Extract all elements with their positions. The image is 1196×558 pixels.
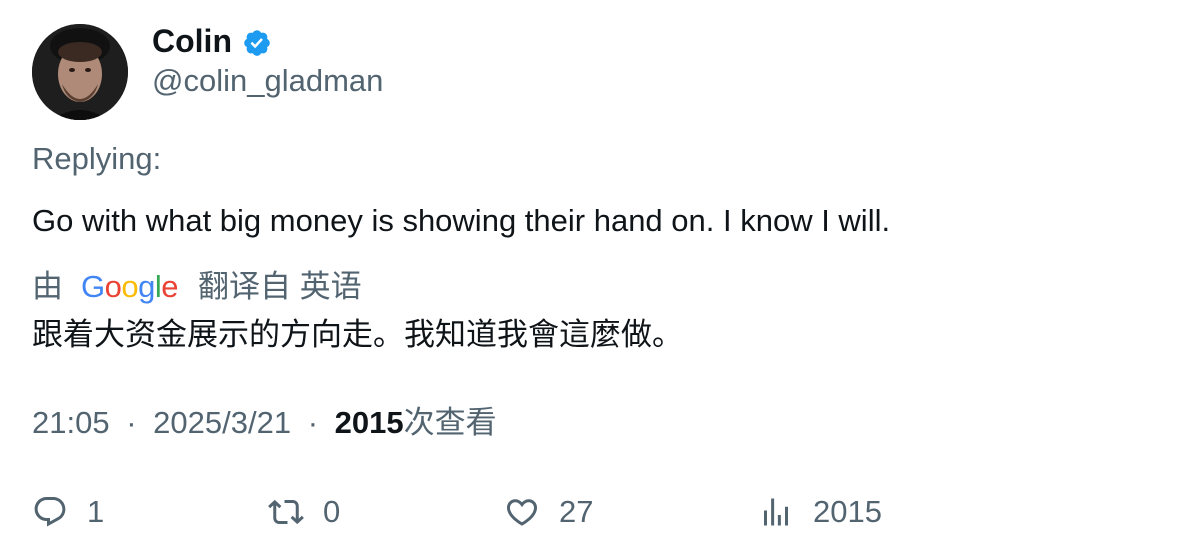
translated-from-label: 翻译自 英语 <box>198 269 362 304</box>
tweet-meta: 21:05 · 2025/3/21 · 2015次查看 <box>32 404 497 442</box>
meta-separator: · <box>307 405 319 440</box>
tweet-date[interactable]: 2025/3/21 <box>153 405 291 440</box>
like-button[interactable]: 27 <box>504 490 593 534</box>
verified-badge-icon <box>244 30 270 56</box>
avatar[interactable] <box>32 24 128 120</box>
replying-label: Replying: <box>32 141 162 176</box>
retweet-count: 0 <box>323 494 341 529</box>
avatar-photo <box>32 24 128 120</box>
author-header: Colin <box>152 22 272 60</box>
views-count: 2015 <box>334 405 404 440</box>
views-icon <box>764 498 788 526</box>
heart-icon <box>506 499 538 526</box>
retweet-button[interactable]: 0 <box>268 490 340 534</box>
reply-icon <box>34 497 66 527</box>
reply-button[interactable]: 1 <box>32 490 104 534</box>
reply-count: 1 <box>87 494 105 529</box>
tweet-text: Go with what big money is showing their … <box>32 203 891 238</box>
display-name[interactable]: Colin <box>152 22 232 60</box>
tweet-time[interactable]: 21:05 <box>32 405 110 440</box>
author-handle[interactable]: @colin_gladman <box>152 62 383 100</box>
like-count: 27 <box>559 494 594 529</box>
meta-separator: · <box>126 405 137 440</box>
translation-attribution: 由 Google 翻译自 英语 <box>32 268 362 306</box>
action-bar: 1 0 27 2015 <box>0 490 1196 534</box>
google-logo[interactable]: Google <box>81 268 179 306</box>
retweet-icon <box>268 499 304 525</box>
views-label: 次查看 <box>403 405 497 440</box>
translated-text: 跟着大资金展示的方向走。我知道我會這麼做。 <box>32 317 683 352</box>
translated-by-label: 由 <box>32 269 63 304</box>
views-button[interactable]: 2015 <box>758 490 882 534</box>
views-action-count: 2015 <box>813 494 882 529</box>
